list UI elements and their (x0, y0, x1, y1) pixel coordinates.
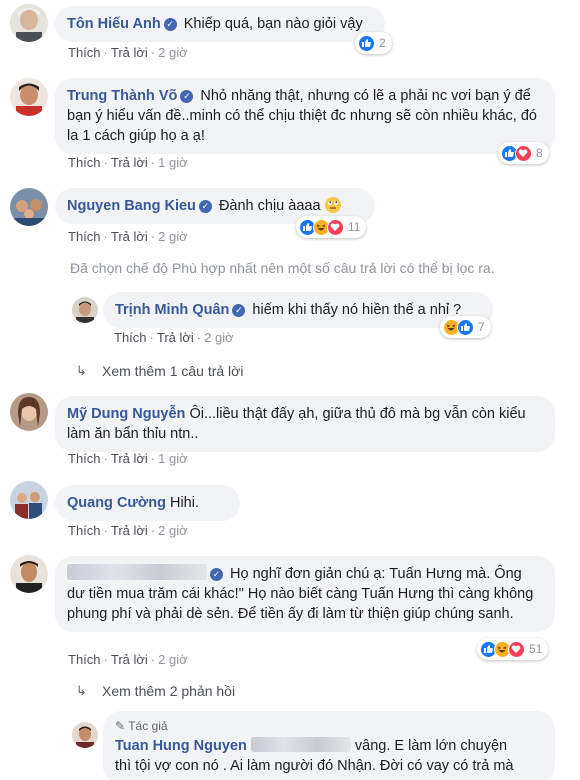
pencil-icon: ✎ (115, 719, 126, 733)
avatar[interactable] (72, 297, 98, 323)
avatar[interactable] (10, 481, 48, 519)
reply-text: hiếm khi thấy nó hiền thế a nhỉ ? (252, 302, 462, 318)
verified-badge-icon: ✓ (163, 18, 177, 31)
comment-bubble: ✓ Họ nghĩ đơn giản chú ạ: Tuấn Hưng mà. … (55, 556, 555, 632)
reply-time[interactable]: 2 giờ (204, 330, 234, 345)
comment-time[interactable]: 1 giờ (158, 451, 188, 466)
redacted-text (250, 737, 351, 752)
see-more-replies[interactable]: ↳ Xem thêm 2 phản hồi (76, 683, 235, 699)
like-link[interactable]: Thích (68, 155, 101, 170)
like-link[interactable]: Thích (68, 45, 101, 60)
reply-author[interactable]: Trịnh Minh Quân (115, 302, 229, 318)
reaction-summary[interactable]: 2 (355, 32, 392, 54)
like-link[interactable]: Thích (68, 229, 101, 244)
comment-time[interactable]: 2 giờ (158, 45, 188, 60)
like-link[interactable]: Thích (68, 523, 101, 538)
comment-actions: Thích · Trả lời · 2 giờ (68, 652, 188, 667)
like-reaction-icon (358, 34, 375, 52)
comment-author[interactable]: Tôn Hiếu Anh (67, 16, 161, 32)
reaction-count: 11 (348, 220, 361, 234)
comment-time[interactable]: 1 giờ (158, 155, 188, 170)
verified-badge-icon: ✓ (210, 568, 223, 581)
like-reaction-icon (457, 318, 474, 336)
redacted-author-name (67, 564, 207, 580)
reply-arrow-icon: ↳ (76, 363, 87, 378)
reply-author[interactable]: Tuan Hung Nguyen (115, 738, 247, 754)
comment-actions: Thích · Trả lời · 1 giờ (68, 451, 188, 466)
comment-bubble: Trung Thành Võ ✓ Nhỏ nhăng thật, nhưng có… (55, 78, 555, 154)
reply-text-line1: vâng. E làm lớn chuyện (354, 738, 508, 754)
reply-link[interactable]: Trả lời (111, 451, 148, 466)
reaction-count: 51 (529, 642, 543, 656)
reply-link[interactable]: Trả lời (111, 523, 148, 538)
comment-text: Hihi. (169, 495, 199, 511)
comment-text: Đành chịu àaaa (218, 198, 321, 214)
like-link[interactable]: Thích (114, 330, 147, 345)
comment-time[interactable]: 2 giờ (158, 652, 188, 667)
verified-badge-icon: ✓ (180, 90, 194, 103)
like-link[interactable]: Thích (68, 652, 101, 667)
avatar[interactable] (10, 4, 48, 42)
reaction-count: 8 (536, 146, 543, 160)
like-link[interactable]: Thích (68, 451, 101, 466)
avatar[interactable] (10, 555, 48, 593)
comment-text: Khiếp quá, bạn nào giỏi vậy (183, 16, 363, 32)
reaction-summary[interactable]: 7 (440, 316, 491, 338)
reaction-count: 7 (478, 320, 485, 334)
reply-link[interactable]: Trả lời (111, 229, 148, 244)
author-tag-label: Tác giả (128, 719, 168, 733)
comment-time[interactable]: 2 giờ (158, 229, 188, 244)
love-reaction-icon (515, 144, 532, 162)
rolling-eyes-emoji-icon (324, 197, 341, 213)
author-reply-bubble: ✎ Tác giả Tuan Hung Nguyen vâng. E làm l… (103, 711, 555, 780)
reaction-count: 2 (379, 36, 386, 50)
comment-author[interactable]: Trung Thành Võ (67, 88, 177, 104)
avatar[interactable] (10, 393, 48, 431)
reply-arrow-icon: ↳ (76, 683, 87, 698)
love-reaction-icon (508, 640, 525, 658)
comment-author[interactable]: Mỹ Dung Nguyễn (67, 406, 185, 422)
avatar[interactable] (10, 78, 48, 116)
reply-link[interactable]: Trả lời (111, 155, 148, 170)
comment-actions: Thích · Trả lời · 2 giờ (68, 45, 188, 60)
comment-actions: Thích · Trả lời · 2 giờ (68, 523, 188, 538)
reaction-summary[interactable]: 51 (477, 638, 549, 660)
reply-link[interactable]: Trả lời (111, 45, 148, 60)
comment-bubble: Quang Cường Hihi. (55, 485, 240, 521)
reply-link[interactable]: Trả lời (111, 652, 148, 667)
reply-text-line2: thì tội vợ con nó . Ai làm người đó Nhận… (115, 758, 514, 774)
comment-time[interactable]: 2 giờ (158, 523, 188, 538)
comment-author[interactable]: Quang Cường (67, 495, 166, 511)
reply-bubble: Trịnh Minh Quân ✓ hiếm khi thấy nó hiền t… (103, 292, 493, 328)
comment-bubble: Mỹ Dung Nguyễn Ôi...liều thật đấy ạh, gi… (55, 396, 555, 452)
comment-actions: Thích · Trả lời · 2 giờ (68, 229, 188, 244)
avatar[interactable] (72, 722, 98, 748)
love-reaction-icon (327, 218, 344, 236)
reaction-summary[interactable]: 11 (296, 216, 367, 238)
avatar[interactable] (10, 188, 48, 226)
verified-badge-icon: ✓ (198, 200, 212, 213)
comment-bubble: Tôn Hiếu Anh ✓ Khiếp quá, bạn nào giỏi vậ… (55, 6, 385, 42)
see-more-replies[interactable]: ↳ Xem thêm 1 câu trả lời (76, 363, 243, 379)
comment-author[interactable]: Nguyen Bang Kieu (67, 198, 196, 214)
comment-actions: Thích · Trả lời · 1 giờ (68, 155, 188, 170)
reply-actions: Thích · Trả lời · 2 giờ (114, 330, 234, 345)
verified-badge-icon: ✓ (232, 304, 246, 317)
reply-link[interactable]: Trả lời (157, 330, 194, 345)
filtered-notice: Đã chọn chế độ Phù hợp nhất nên một số c… (70, 260, 495, 276)
reaction-summary[interactable]: 8 (498, 142, 549, 164)
